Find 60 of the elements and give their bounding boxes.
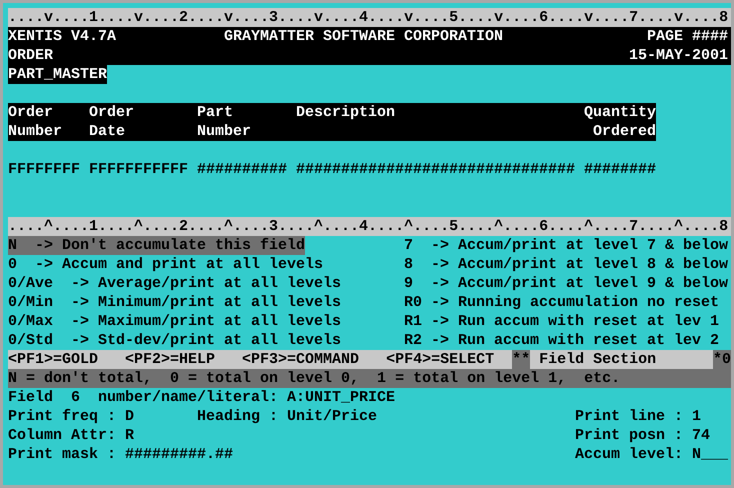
- field-label: Print freq :: [8, 407, 116, 426]
- field-value: R: [125, 426, 134, 445]
- field-label: Column Attr:: [8, 426, 116, 445]
- report-date: 15-MAY-2001: [629, 46, 728, 65]
- column-heading: Number: [8, 122, 62, 141]
- field-mask: ########: [584, 160, 656, 179]
- accumulation-option[interactable]: 0/Ave -> Average/print at all levels: [8, 274, 341, 293]
- field-label: Accum level:: [575, 445, 683, 464]
- field-label: Print line :: [575, 407, 683, 426]
- accumulation-option[interactable]: 8 -> Accum/print at level 8 & below: [404, 255, 728, 274]
- field-label: Print posn :: [575, 426, 683, 445]
- accumulation-option[interactable]: 0 -> Accum and print at all levels: [8, 255, 323, 274]
- field-value: 74: [692, 426, 710, 445]
- field-mask: FFFFFFFFFFF: [89, 160, 188, 179]
- file-name: PART_MASTER: [8, 65, 107, 84]
- accumulation-option[interactable]: R1 -> Run accum with reset at lev 1: [404, 312, 719, 331]
- accumulation-option[interactable]: 0/Std -> Std-dev/print at all levels: [8, 331, 341, 350]
- function-key-label: <PF4>=SELECT: [386, 350, 494, 369]
- column-ruler: ....v....1....v....2....v....3....v....4....v....5....v....6....v....7....v....8: [8, 8, 728, 27]
- field-value: D: [125, 407, 134, 426]
- field-mask: ##########: [197, 160, 287, 179]
- column-heading: Date: [89, 122, 125, 141]
- field-label: Print mask :: [8, 445, 116, 464]
- column-heading: Number: [197, 122, 251, 141]
- field-value: 1: [692, 407, 701, 426]
- column-ruler: ....^....1....^....2....^....3....^....4....^....5....^....6....^....7....^....8: [8, 217, 728, 236]
- accumulation-option[interactable]: 7 -> Accum/print at level 7 & below: [404, 236, 728, 255]
- field-label: Field: [8, 388, 53, 407]
- accumulation-option[interactable]: 9 -> Accum/print at level 9 & below: [404, 274, 728, 293]
- report-name: ORDER: [8, 46, 53, 65]
- accumulation-option[interactable]: 0/Max -> Maximum/print at all levels: [8, 312, 341, 331]
- column-heading: Ordered: [593, 122, 656, 141]
- page-number: PAGE ####: [647, 27, 728, 46]
- column-heading: Order: [89, 103, 134, 122]
- field-label: number/name/literal:: [98, 388, 278, 407]
- accumulation-option[interactable]: R0 -> Running accumulation no reset: [404, 293, 719, 312]
- function-key-label: <PF3>=COMMAND: [242, 350, 360, 369]
- field-value: #########.##: [125, 445, 233, 464]
- help-line: N = don't total, 0 = total on level 0, 1 = total on level 1, etc.: [8, 369, 620, 388]
- function-key-label: <PF2>=HELP: [125, 350, 216, 369]
- accumulation-option[interactable]: N -> Don't accumulate this field: [8, 236, 305, 255]
- overflow-mark: *0: [712, 350, 731, 369]
- field-value: N___: [692, 445, 728, 464]
- field-value: A:UNIT_PRICE: [287, 388, 395, 407]
- function-key-label: <PF1>=GOLD: [8, 350, 98, 369]
- accumulation-option[interactable]: 0/Min -> Minimum/print at all levels: [8, 293, 341, 312]
- section-title: Field Section: [530, 350, 713, 369]
- field-value: Unit/Price: [287, 407, 377, 426]
- field-value: 6: [71, 388, 80, 407]
- section-marker: **: [512, 350, 530, 369]
- column-heading: Quantity: [584, 103, 656, 122]
- accumulation-option[interactable]: R2 -> Run accum with reset at lev 2: [404, 331, 719, 350]
- field-mask: FFFFFFFF: [8, 160, 80, 179]
- field-label: Heading :: [197, 407, 278, 426]
- column-heading: Description: [296, 103, 395, 122]
- company-name: GRAYMATTER SOFTWARE CORPORATION: [224, 27, 503, 46]
- field-mask: ###############################: [296, 160, 575, 179]
- column-heading: Part: [197, 103, 233, 122]
- product-version: XENTIS V4.7A: [8, 27, 116, 46]
- column-heading: Order: [8, 103, 53, 122]
